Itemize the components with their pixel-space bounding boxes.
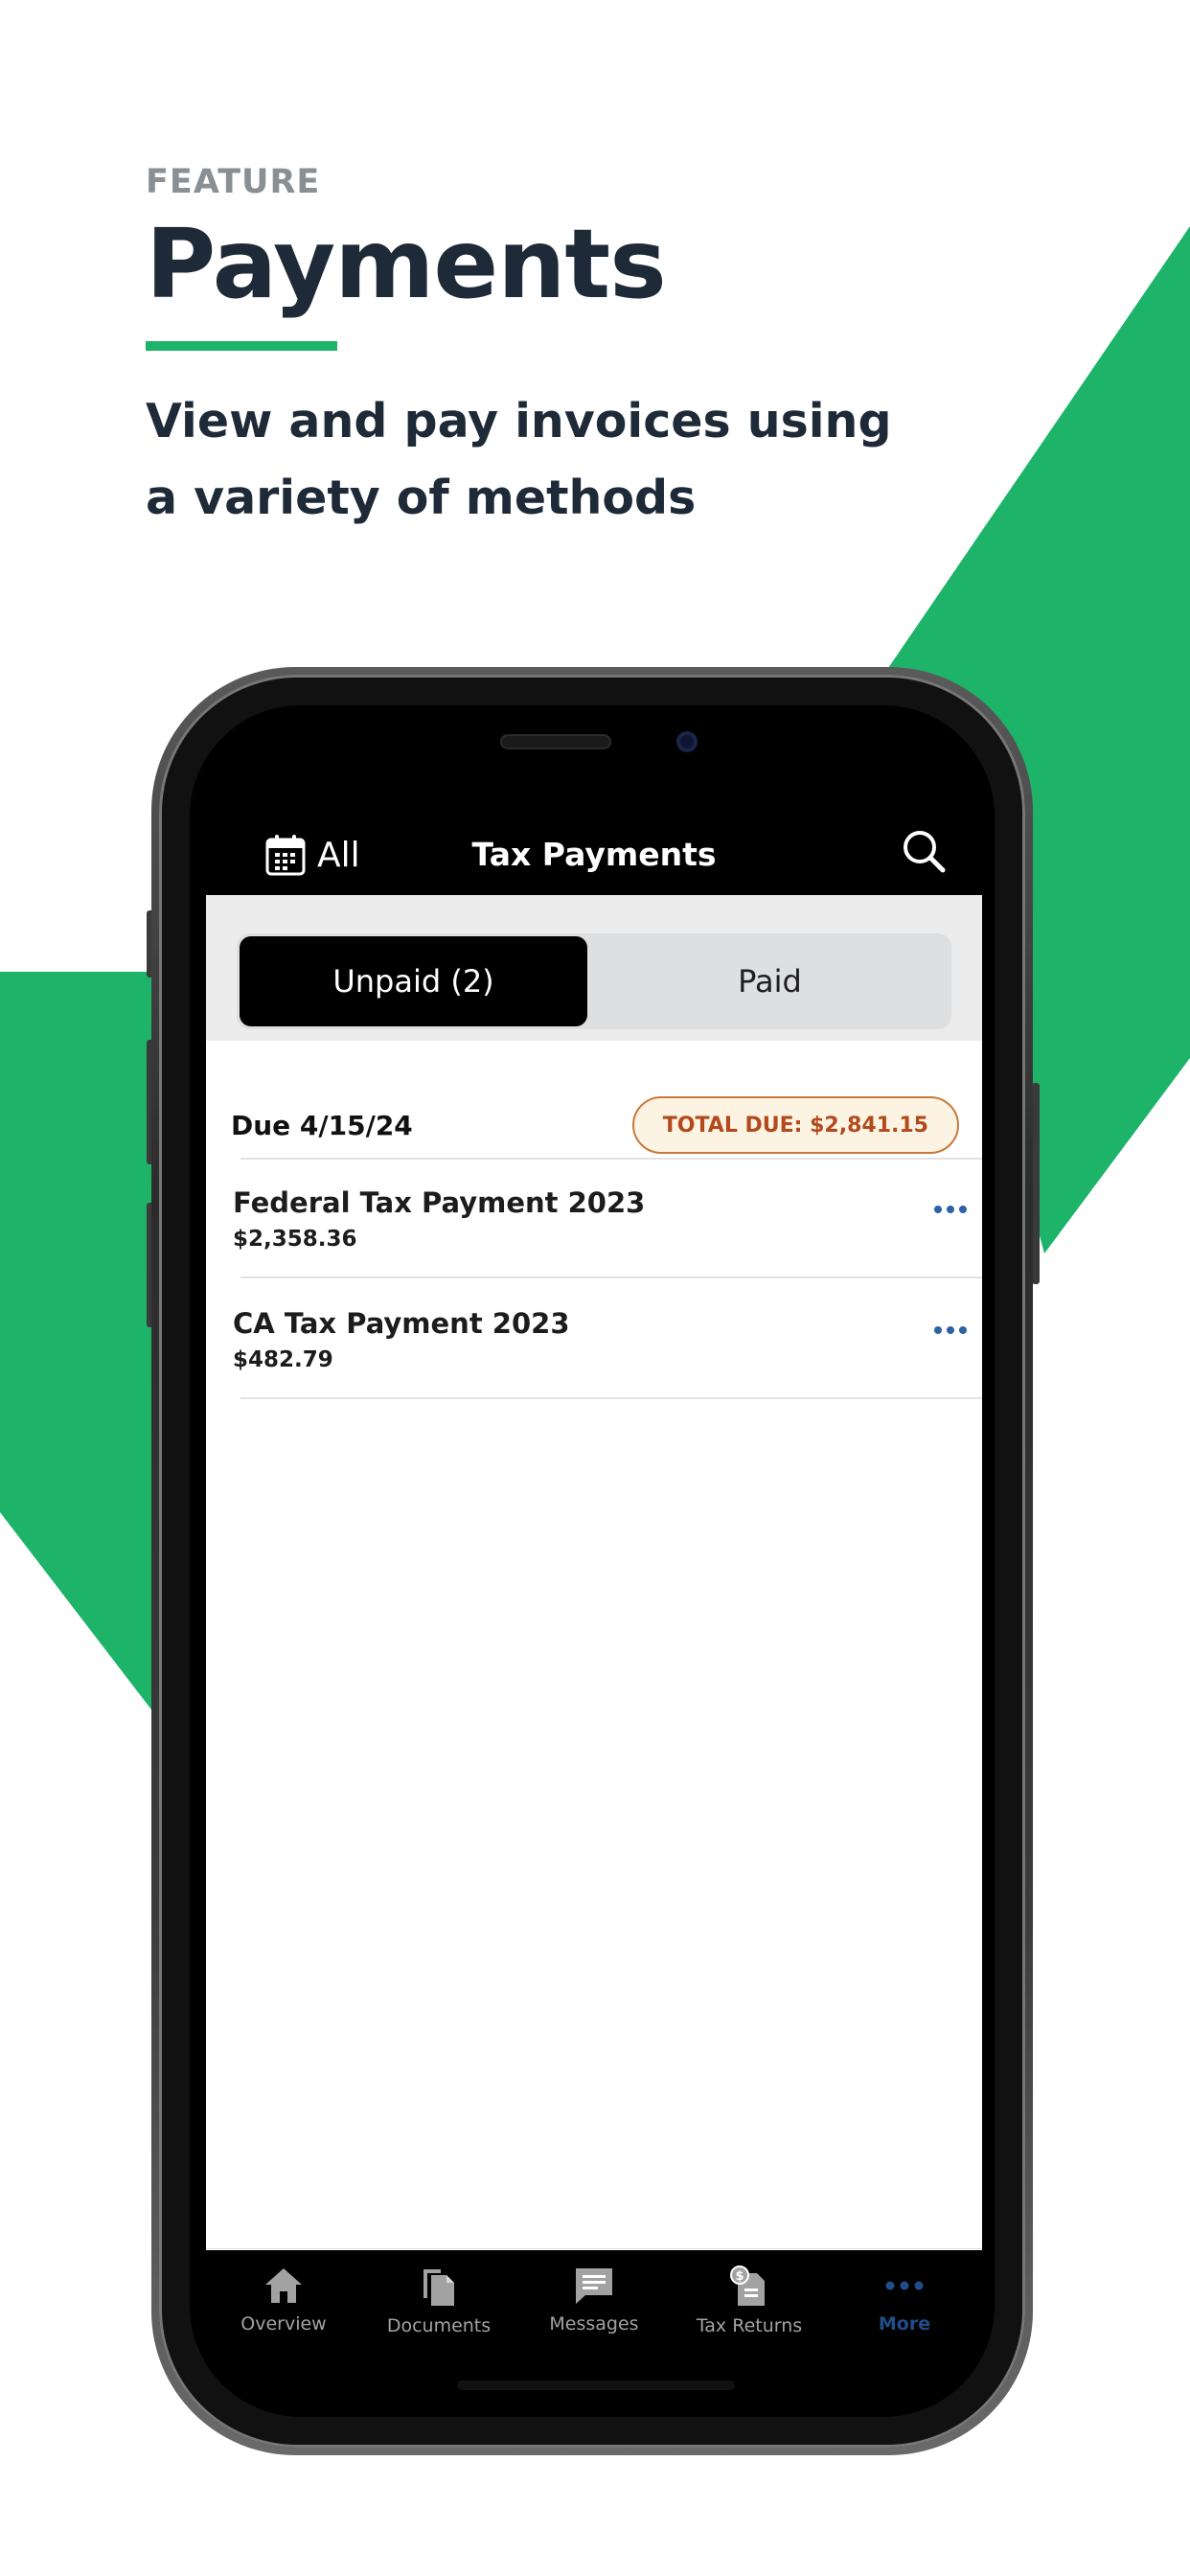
promo-title: Payments [146, 208, 667, 320]
payment-amount: $482.79 [233, 1347, 333, 1372]
screen-title: Tax Payments [471, 836, 717, 873]
segment-unpaid[interactable]: Unpaid (2) [240, 936, 587, 1026]
documents-icon [423, 2269, 454, 2306]
more-icon [885, 2281, 924, 2290]
payment-name: CA Tax Payment 2023 [233, 1307, 570, 1340]
earpiece-speaker [500, 734, 611, 749]
payment-amount: $2,358.36 [233, 1227, 357, 1252]
title-underline [146, 341, 337, 351]
search-button[interactable] [901, 828, 947, 878]
promo-subtitle: View and pay invoices using a variety of… [146, 394, 892, 525]
tab-messages[interactable]: Messages [516, 2252, 672, 2358]
tab-overview[interactable]: Overview [206, 2252, 361, 2358]
app-header: All Tax Payments [206, 815, 982, 895]
tax-returns-icon: $ [730, 2266, 765, 2306]
front-camera [676, 731, 698, 752]
due-group-header: Due 4/15/24 TOTAL DUE: $2,841.15 [231, 1096, 959, 1158]
payment-row[interactable]: CA Tax Payment 2023 $482.79 [233, 1280, 971, 1395]
home-indicator[interactable] [457, 2380, 735, 2390]
tab-more[interactable]: More [827, 2252, 982, 2358]
svg-text:$: $ [735, 2269, 744, 2284]
tab-label: Messages [549, 2313, 639, 2334]
tab-label: Tax Returns [696, 2315, 803, 2336]
tab-tax-returns[interactable]: $ Tax Returns [672, 2252, 827, 2358]
more-icon[interactable] [934, 1206, 967, 1213]
tab-documents[interactable]: Documents [361, 2252, 516, 2358]
tab-bar-divider [206, 2248, 982, 2249]
feature-eyebrow: FEATURE [146, 163, 321, 201]
segment-bar: Unpaid (2) Paid [206, 895, 982, 1041]
home-icon [265, 2268, 302, 2303]
divider [240, 1397, 982, 1399]
search-icon [904, 831, 946, 873]
due-date-label: Due 4/15/24 [231, 1110, 413, 1141]
segment-paid[interactable]: Paid [591, 936, 949, 1026]
total-due-badge: TOTAL DUE: $2,841.15 [631, 1096, 959, 1154]
divider [240, 1276, 982, 1278]
payment-name: Federal Tax Payment 2023 [233, 1186, 646, 1219]
power-button [1032, 1083, 1040, 1284]
tab-bar: Overview Documents Messages $ Tax Return… [206, 2252, 982, 2358]
segmented-control: Unpaid (2) Paid [237, 933, 951, 1029]
tab-label: Overview [240, 2313, 327, 2334]
promo-header: FEATURE Payments View and pay invoices u… [146, 163, 931, 537]
more-icon[interactable] [934, 1326, 967, 1334]
app-content: Unpaid (2) Paid Due 4/15/24 TOTAL DUE: $… [206, 895, 982, 2390]
message-icon [576, 2268, 612, 2304]
tab-label: More [878, 2313, 931, 2334]
payment-row[interactable]: Federal Tax Payment 2023 $2,358.36 [233, 1160, 971, 1275]
tab-label: Documents [386, 2315, 492, 2336]
